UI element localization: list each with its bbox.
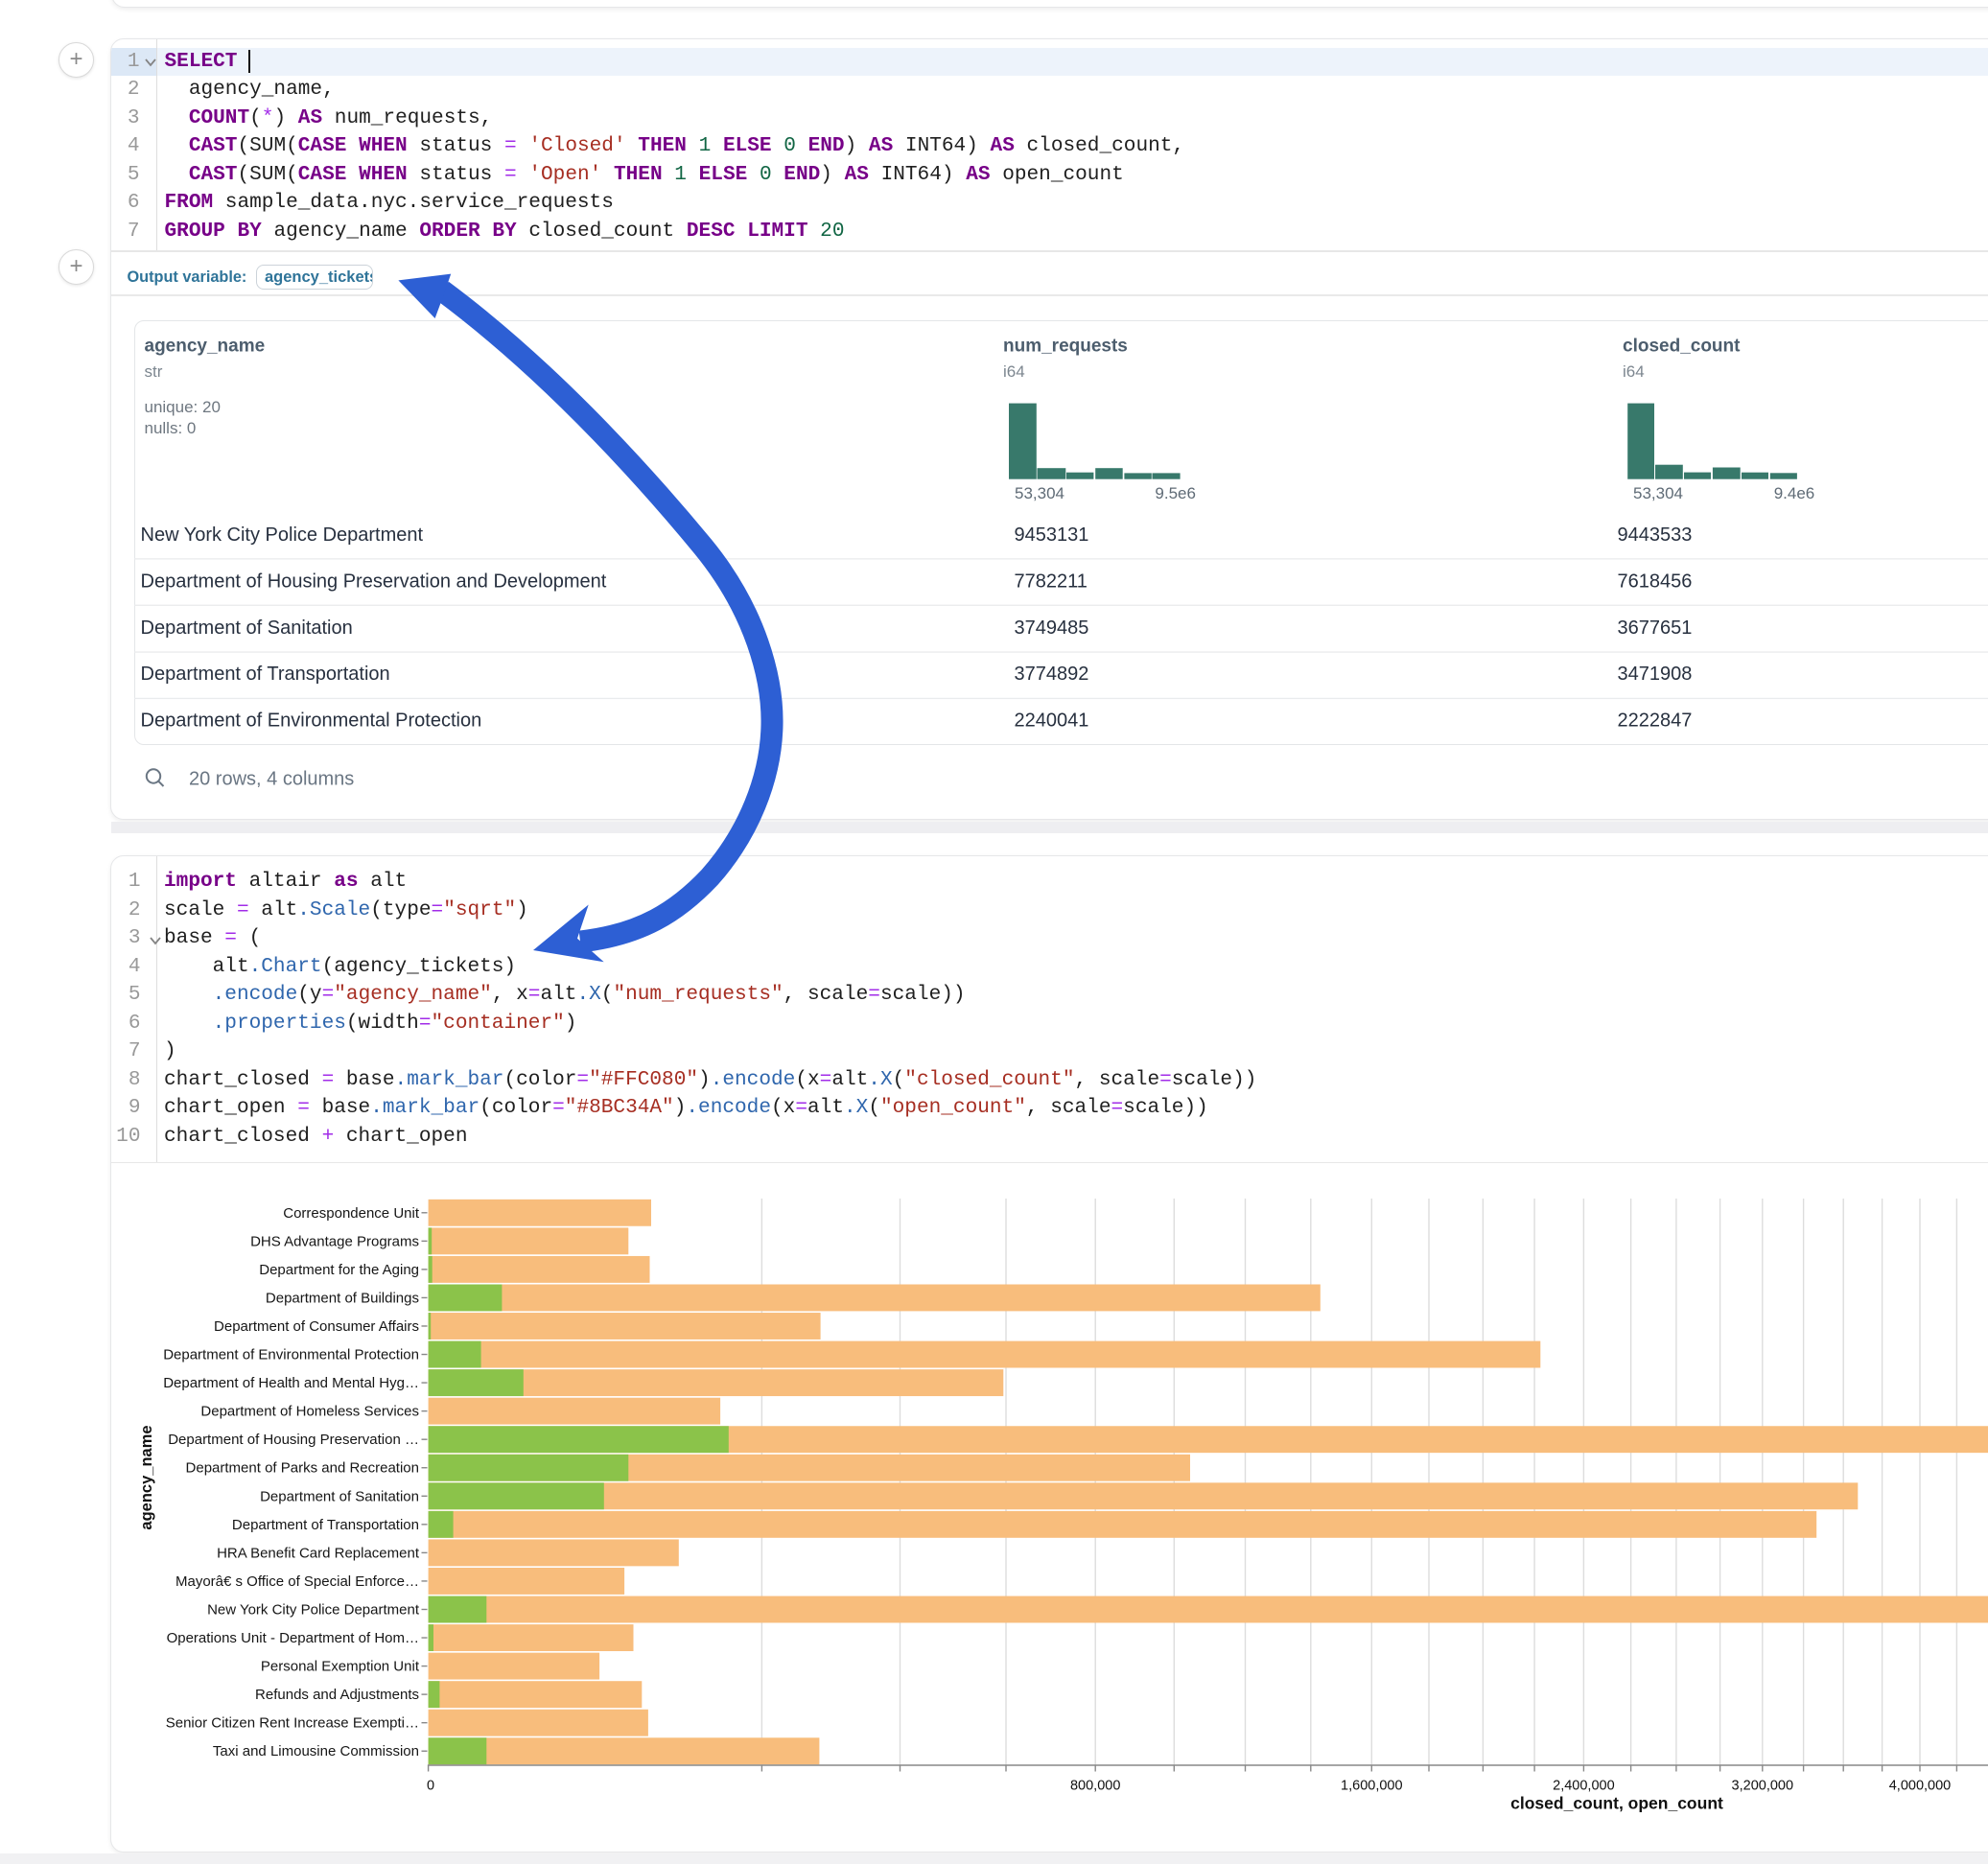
svg-text:Operations Unit - Department o: Operations Unit - Department of Hom… (167, 1630, 419, 1646)
svg-text:Department of Environmental Pr: Department of Environmental Protection (163, 1347, 419, 1363)
svg-text:1,600,000: 1,600,000 (1341, 1779, 1403, 1794)
svg-text:Correspondence Unit: Correspondence Unit (283, 1205, 420, 1222)
svg-text:Department of Parks and Recrea: Department of Parks and Recreation (186, 1460, 419, 1477)
svg-text:Personal Exemption Unit: Personal Exemption Unit (261, 1659, 420, 1675)
svg-text:Department of Housing Preserva: Department of Housing Preservation … (168, 1432, 419, 1448)
svg-text:800,000: 800,000 (1070, 1779, 1120, 1794)
svg-text:Refunds and Adjustments: Refunds and Adjustments (255, 1687, 419, 1703)
svg-text:4,000,000: 4,000,000 (1889, 1779, 1952, 1794)
svg-text:Department of Health and Menta: Department of Health and Mental Hyg… (163, 1375, 419, 1391)
svg-text:Department for the Aging: Department for the Aging (259, 1262, 419, 1278)
svg-text:Department of Consumer Affairs: Department of Consumer Affairs (214, 1318, 419, 1335)
svg-text:0: 0 (427, 1779, 434, 1794)
svg-text:Mayorâ€ s Office of Special En: Mayorâ€ s Office of Special Enforce… (175, 1573, 419, 1590)
svg-text:2,400,000: 2,400,000 (1553, 1779, 1615, 1794)
svg-text:Department of Transportation: Department of Transportation (232, 1517, 419, 1533)
svg-text:Department of Sanitation: Department of Sanitation (260, 1488, 419, 1504)
svg-text:Department of Homeless Service: Department of Homeless Services (200, 1404, 419, 1420)
svg-text:Senior Citizen Rent Increase E: Senior Citizen Rent Increase Exempti… (166, 1715, 419, 1732)
svg-text:Taxi and Limousine Commission: Taxi and Limousine Commission (213, 1743, 419, 1759)
svg-text:closed_count, open_count: closed_count, open_count (1510, 1794, 1723, 1813)
svg-text:agency_name: agency_name (138, 1425, 155, 1529)
svg-text:Department of Buildings: Department of Buildings (266, 1290, 419, 1306)
svg-text:New York City Police Departmen: New York City Police Department (207, 1601, 420, 1618)
svg-text:3,200,000: 3,200,000 (1732, 1779, 1794, 1794)
svg-text:DHS Advantage Programs: DHS Advantage Programs (250, 1233, 419, 1249)
svg-text:HRA Benefit Card Replacement: HRA Benefit Card Replacement (217, 1545, 420, 1561)
